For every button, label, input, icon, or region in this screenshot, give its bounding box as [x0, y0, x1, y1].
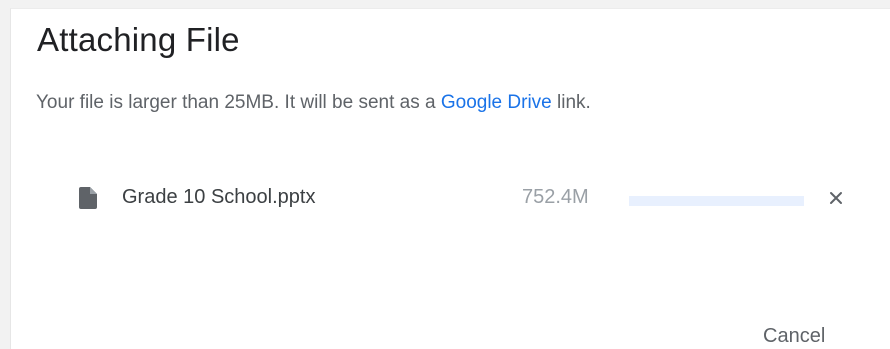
attaching-file-dialog: Attaching File Your file is larger than …	[10, 8, 890, 349]
message-text-suffix: link.	[551, 92, 591, 113]
file-icon	[79, 187, 97, 209]
file-name: Grade 10 School.pptx	[122, 186, 316, 208]
file-size: 752.4M	[522, 186, 589, 208]
dialog-title: Attaching File	[37, 21, 240, 58]
cancel-button[interactable]: Cancel	[763, 325, 825, 348]
dialog-message: Your file is larger than 25MB. It will b…	[36, 92, 591, 114]
message-text-prefix: Your file is larger than 25MB. It will b…	[36, 92, 441, 113]
close-icon[interactable]	[825, 187, 847, 209]
google-drive-link[interactable]: Google Drive	[441, 92, 552, 113]
upload-progress-bar	[629, 196, 804, 206]
attachment-row: Grade 10 School.pptx 752.4M	[79, 181, 849, 217]
